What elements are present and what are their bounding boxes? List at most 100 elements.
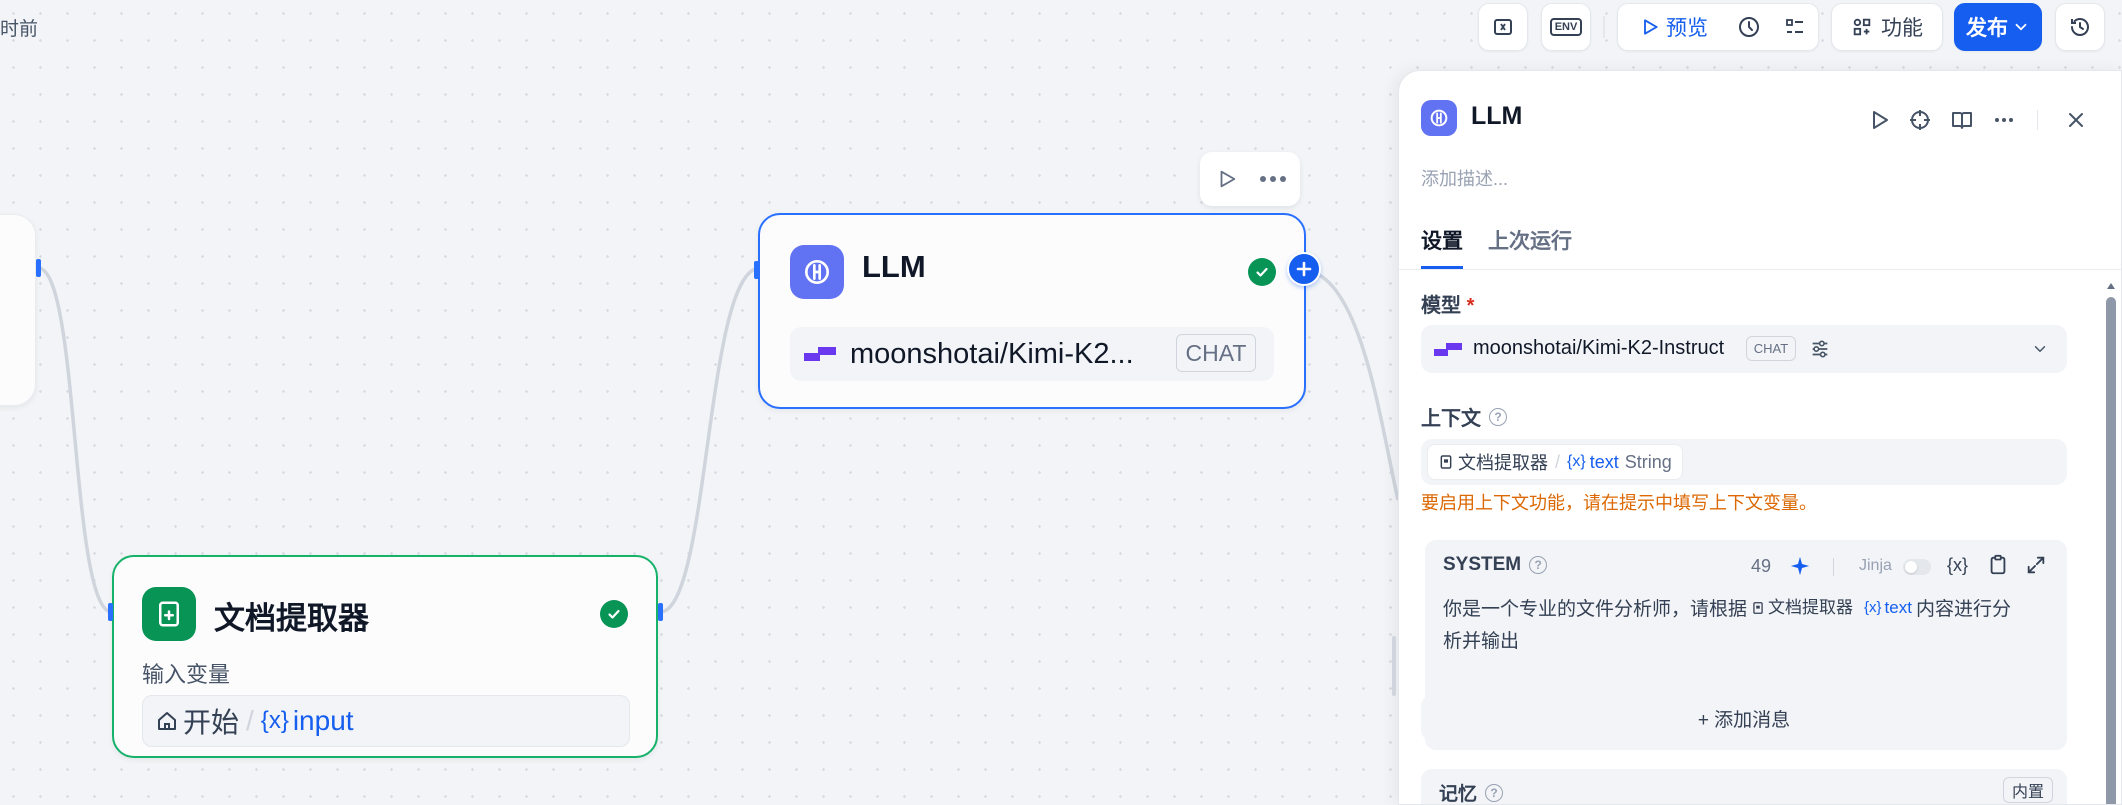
model-label: 模型 (1421, 295, 1461, 317)
edge-doc-to-llm (659, 266, 761, 614)
llm-node-add-button[interactable] (1287, 252, 1321, 286)
toolbar-divider (1603, 16, 1605, 38)
panel-scrollbar[interactable] (2105, 281, 2117, 804)
llm-node-input-handle[interactable] (754, 261, 759, 279)
publish-button[interactable]: 发布 (1954, 3, 2042, 51)
add-message-button[interactable]: + 添加消息 (1421, 695, 2067, 741)
chevron-down-icon (2034, 346, 2046, 353)
expand-icon[interactable] (2025, 554, 2047, 576)
panel-header-divider (2037, 110, 2038, 130)
locate-node-button[interactable] (1903, 103, 1937, 137)
home-icon (158, 712, 176, 730)
context-var-type: String (1624, 451, 1672, 472)
workflow-canvas[interactable]: 时前 LLM moonshotai/Kimi-K2... CHAT 文档提取器 (0, 0, 1400, 805)
document-icon (1440, 455, 1452, 469)
publish-label: 发布 (1966, 17, 2008, 40)
prompt-text-line2: 析并输出 (1443, 631, 1520, 652)
tab-last-run[interactable]: 上次运行 (1488, 225, 1572, 255)
start-node[interactable] (0, 214, 36, 406)
var-separator: / (246, 705, 254, 736)
variable-icon: {x} (1864, 599, 1882, 616)
book-open-icon (1952, 112, 1972, 129)
clipboard-icon[interactable] (1987, 554, 2009, 576)
model-mode-badge: CHAT (1746, 336, 1796, 361)
help-icon: ? (1485, 783, 1504, 802)
variable-icon: {x} (260, 707, 289, 734)
system-prompt-text[interactable]: 你是一个专业的文件分析师，请根据 文档提取器 {x} text 内容进行分 析并… (1443, 592, 2043, 658)
close-icon (2069, 113, 2083, 127)
tabs-divider (1399, 269, 2121, 270)
sparkle-icon[interactable] (1789, 555, 1811, 577)
memory-field-label: 记忆 ? (1439, 779, 1504, 805)
preview-label: 预览 (1666, 17, 1708, 40)
model-params-icon[interactable] (1809, 338, 1831, 360)
more-options-icon[interactable] (1258, 168, 1288, 190)
more-horizontal-icon (1995, 118, 2013, 122)
more-options-button[interactable] (1987, 103, 2021, 137)
prompt-text-after: 内容进行分 (1915, 599, 2011, 620)
doc-extractor-node[interactable]: 文档提取器 输入变量 开始 / {x} input (112, 555, 658, 758)
llm-node-icon (790, 245, 844, 299)
model-field-label: 模型 * (1421, 289, 1474, 318)
model-name: moonshotai/Kimi-K2-Instruct (1473, 337, 1725, 359)
env-icon: ENV (1549, 18, 1583, 36)
llm-node[interactable]: LLM moonshotai/Kimi-K2... CHAT (758, 213, 1306, 409)
preview-button[interactable]: 预览 (1618, 12, 1726, 42)
prompt-chip-source: 文档提取器 (1768, 598, 1854, 617)
env-button[interactable]: ENV (1541, 3, 1591, 51)
scrollbar-thumb[interactable] (2106, 297, 2116, 804)
version-history-button[interactable] (2055, 3, 2105, 51)
context-variable-chip: 文档提取器 / {x} text String (1427, 444, 1683, 480)
add-message-label: + 添加消息 (1697, 709, 1791, 731)
prompt-text-before: 你是一个专业的文件分析师，请根据 (1443, 599, 1748, 620)
llm-node-title: LLM (862, 249, 926, 284)
description-input[interactable]: 添加描述... (1421, 165, 1508, 191)
header-divider (1833, 558, 1834, 576)
start-node-output-handle[interactable] (36, 259, 41, 277)
memory-section: 记忆 ? 内置 (1421, 769, 2067, 805)
llm-node-status-check (1248, 258, 1276, 286)
memory-builtin-badge: 内置 (2003, 777, 2053, 803)
checklist-panel-button[interactable] (1772, 15, 1818, 39)
timestamp-label: 时前 (0, 19, 39, 40)
tab-last-run-label: 上次运行 (1488, 230, 1572, 253)
panel-resize-handle[interactable] (1392, 636, 1396, 696)
help-docs-button[interactable] (1945, 103, 1979, 137)
jinja-label: Jinja (1859, 557, 1892, 574)
node-settings-panel: LLM 添加描述... 设置 上次运行 模型 * moonshotai/Kimi… (1398, 70, 2122, 805)
required-mark: * (1466, 295, 1475, 317)
jinja-toggle[interactable] (1903, 559, 1931, 575)
clock-play-icon (1739, 17, 1759, 37)
run-step-button[interactable] (1862, 103, 1896, 137)
insert-variable-button[interactable]: {x} (1947, 555, 1968, 576)
close-panel-button[interactable] (2059, 103, 2093, 137)
edge-llm-to-next (1301, 268, 1400, 501)
run-history-button[interactable] (1726, 15, 1772, 39)
checklist-button[interactable] (1478, 3, 1528, 51)
doc-extractor-status-check (600, 600, 628, 628)
doc-extractor-input-label: 输入变量 (142, 662, 231, 687)
run-node-icon[interactable] (1216, 168, 1238, 190)
features-button[interactable]: 功能 (1831, 3, 1943, 51)
list-check-icon (1786, 19, 1803, 33)
model-provider-icon (804, 347, 836, 361)
memory-label: 记忆 (1439, 784, 1478, 805)
panel-title[interactable]: LLM (1471, 102, 1522, 131)
context-source: 文档提取器 (1458, 453, 1548, 473)
llm-node-model-badge: CHAT (1176, 334, 1256, 372)
prompt-chip-var: text (1884, 598, 1912, 617)
tab-settings[interactable]: 设置 (1421, 225, 1463, 271)
model-selector[interactable]: moonshotai/Kimi-K2-Instruct CHAT (1421, 325, 2067, 373)
context-var-name: text (1589, 451, 1619, 472)
doc-extractor-output-handle[interactable] (658, 603, 663, 621)
features-icon (1853, 18, 1871, 36)
context-variable-box[interactable]: 文档提取器 / {x} text String (1421, 439, 2067, 485)
doc-extractor-input-handle[interactable] (108, 603, 113, 621)
context-warning: 要启用上下文功能，请在提示中填写上下文变量。 (1421, 493, 1817, 513)
help-icon: ? (1489, 407, 1507, 426)
document-icon (1753, 602, 1763, 614)
scroll-up-arrow-icon[interactable] (2106, 281, 2116, 291)
token-count: 49 (1751, 556, 1772, 576)
var-name-label: input (292, 705, 354, 736)
context-separator: / (1555, 451, 1561, 472)
